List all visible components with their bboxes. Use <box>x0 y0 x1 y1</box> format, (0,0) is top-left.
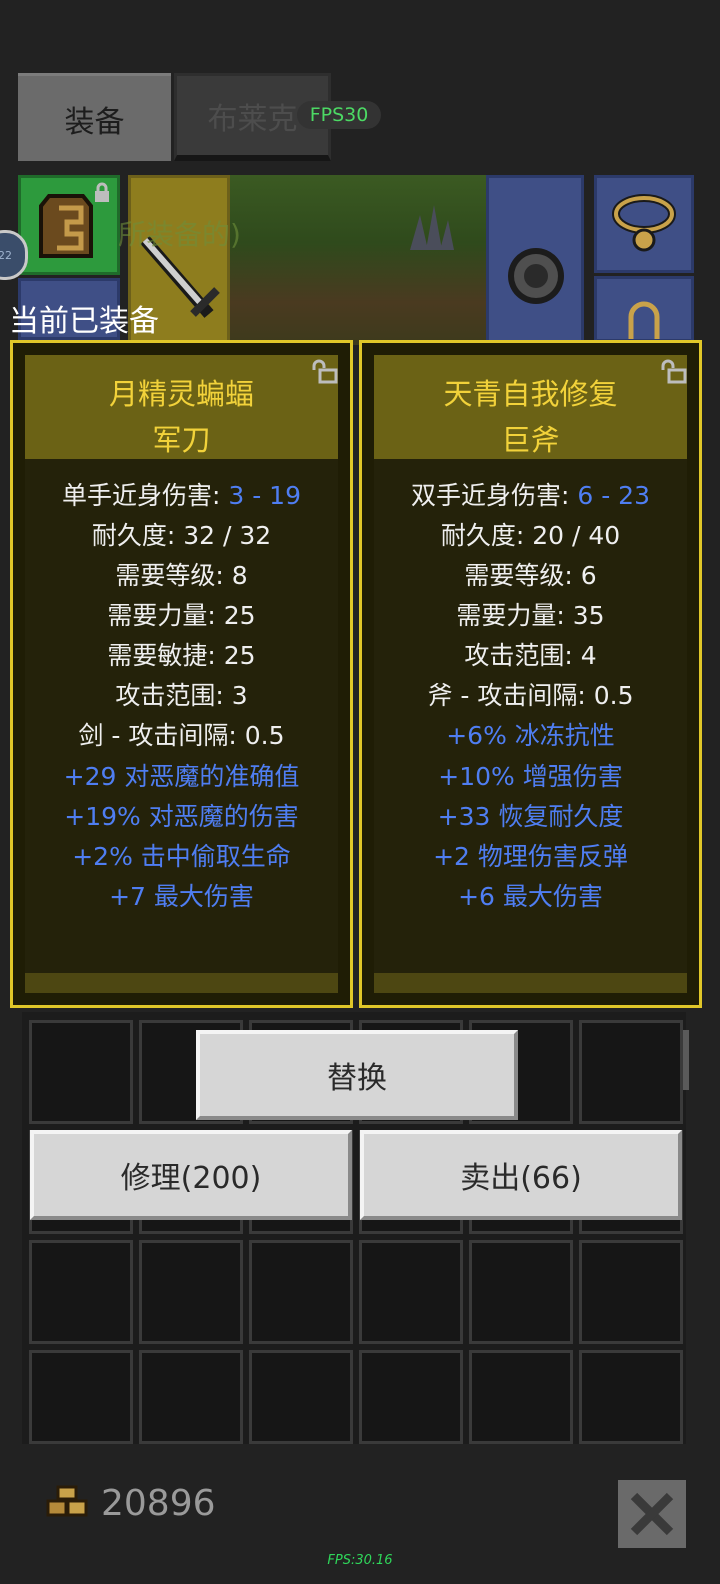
fps-counter: FPS:30.16 <box>327 1553 393 1568</box>
stat-line: 攻击范围: 4 <box>464 641 597 670</box>
stat-value: 6 - 23 <box>577 481 650 510</box>
gold-amount: 20896 <box>101 1483 216 1524</box>
equipped-item-card: 月精灵蝙蝠 军刀 单手近身伤害: 3 - 19 耐久度: 32 / 32 需要等… <box>10 340 353 1008</box>
card-footer <box>25 973 338 993</box>
armor-slot[interactable] <box>18 175 120 275</box>
inventory-slot[interactable] <box>249 1350 353 1444</box>
inventory-slot[interactable] <box>139 1350 243 1444</box>
stat-line: 需要力量: 25 <box>107 601 256 630</box>
stat-line: 攻击范围: 3 <box>115 681 248 710</box>
close-icon <box>630 1492 674 1536</box>
fps-badge: FPS30 <box>297 101 381 129</box>
inventory-slot[interactable] <box>469 1350 573 1444</box>
inventory-slot[interactable] <box>29 1020 133 1124</box>
inventory-slot[interactable] <box>579 1020 683 1124</box>
inventory-slot[interactable] <box>579 1240 683 1344</box>
inventory-slot[interactable] <box>249 1240 353 1344</box>
stat-value: 3 - 19 <box>228 481 301 510</box>
ring-icon <box>628 301 660 339</box>
sell-button[interactable]: 卖出(66) <box>360 1130 682 1220</box>
shield-slot[interactable] <box>486 175 584 345</box>
magic-stat-line: +6% 冰冻抗性 <box>446 721 615 750</box>
inventory-slot[interactable] <box>29 1240 133 1344</box>
inventory-slot[interactable] <box>29 1350 133 1444</box>
tab-equipment[interactable]: 装备 <box>18 73 171 161</box>
card-footer <box>374 973 687 993</box>
stat-line: 耐久度: 32 / 32 <box>91 521 272 550</box>
item-name-line1: 月精灵蝙蝠 <box>108 377 254 411</box>
gold-coins-icon <box>46 1485 88 1517</box>
crystal-icon <box>410 205 454 250</box>
sell-button-label: 卖出(66) <box>460 1161 582 1196</box>
close-button[interactable] <box>618 1480 686 1548</box>
new-item-card: 天青自我修复 巨斧 双手近身伤害: 6 - 23 耐久度: 20 / 40 需要… <box>359 340 702 1008</box>
magic-stat-line: +2 物理伤害反弹 <box>433 842 628 871</box>
stat-label: 单手近身伤害: <box>61 481 229 510</box>
repair-button[interactable]: 修理(200) <box>30 1130 352 1220</box>
item-name-line2: 巨斧 <box>501 423 560 457</box>
inventory-slot[interactable] <box>359 1350 463 1444</box>
ghost-text: 所装备的) <box>118 218 241 251</box>
magic-stat-line: +10% 增强伤害 <box>438 762 623 791</box>
repair-button-label: 修理(200) <box>120 1161 262 1196</box>
shield-icon <box>508 248 564 304</box>
amulet-slot[interactable] <box>594 175 694 273</box>
stat-line: 双手近身伤害: 6 - 23 <box>362 476 699 512</box>
stat-label: 双手近身伤害: <box>410 481 578 510</box>
inventory-slot[interactable] <box>359 1240 463 1344</box>
stat-line: 需要力量: 35 <box>456 601 605 630</box>
inventory-slot[interactable] <box>579 1350 683 1444</box>
stat-line: 需要等级: 6 <box>464 561 597 590</box>
stat-line: 耐久度: 20 / 40 <box>440 521 621 550</box>
game-scene <box>230 175 486 345</box>
stat-line: 斧 - 攻击间隔: 0.5 <box>427 681 634 710</box>
equipped-label: 当前已装备 <box>9 304 159 339</box>
tab-blake-label: 布莱克 <box>207 101 298 137</box>
inventory-slot[interactable] <box>469 1240 573 1344</box>
item-name-line2: 军刀 <box>152 423 211 457</box>
lock-icon <box>95 182 109 202</box>
amulet-icon <box>612 194 676 252</box>
item-name-line1: 天青自我修复 <box>443 377 618 411</box>
magic-stat-line: +2% 击中偷取生命 <box>72 842 291 871</box>
replace-button[interactable]: 替换 <box>196 1030 518 1120</box>
scrollbar[interactable] <box>683 1030 689 1090</box>
stat-line: 需要等级: 8 <box>115 561 248 590</box>
magic-stat-line: +7 最大伤害 <box>109 882 254 911</box>
tab-equipment-label: 装备 <box>64 104 125 140</box>
stat-line: 需要敏捷: 25 <box>107 641 256 670</box>
stat-line: 单手近身伤害: 3 - 19 <box>13 476 350 512</box>
stat-line: 剑 - 攻击间隔: 0.5 <box>78 721 285 750</box>
magic-stat-line: +29 对恶魔的准确值 <box>63 762 300 791</box>
magic-stat-line: +33 恢复耐久度 <box>437 802 624 831</box>
magic-stat-line: +6 最大伤害 <box>458 882 603 911</box>
inventory-slot[interactable] <box>139 1240 243 1344</box>
replace-button-label: 替换 <box>327 1061 387 1096</box>
ring-slot[interactable] <box>594 276 694 342</box>
magic-stat-line: +19% 对恶魔的伤害 <box>64 802 299 831</box>
